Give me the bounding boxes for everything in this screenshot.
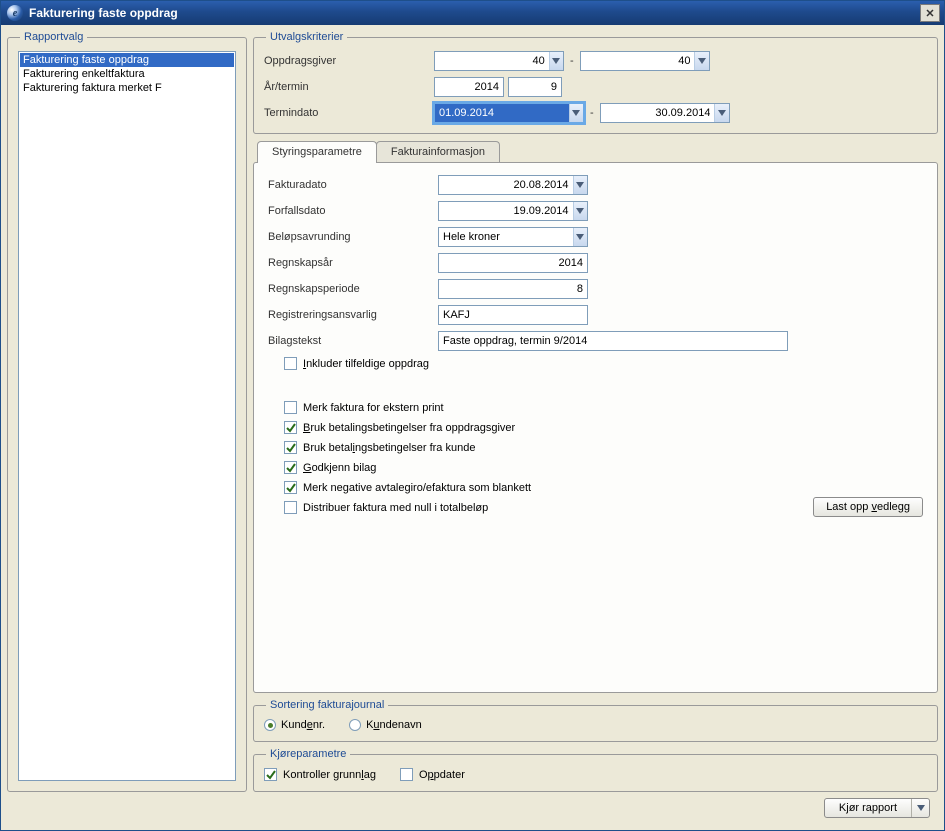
report-selection-legend: Rapportvalg (20, 31, 87, 43)
termindato-label: Termindato (264, 107, 434, 119)
bet-kunde-row[interactable]: Bruk betalingsbetingelser fra kunde (284, 441, 923, 454)
bet-oppdragsgiver-label: Bruk betalingsbetingelser fra oppdragsgi… (303, 422, 515, 434)
forfallsdato-label: Forfallsdato (268, 205, 438, 217)
tab-styringsparametre[interactable]: Styringsparametre (257, 141, 377, 163)
kontroller-grunnlag-checkbox[interactable] (264, 768, 277, 781)
aar-termin-label: År/termin (264, 81, 434, 93)
fakturadato-label: Fakturadato (268, 179, 438, 191)
radio-kundenr-input[interactable] (264, 719, 276, 731)
chevron-down-icon[interactable] (569, 104, 583, 122)
distribuer-null-label: Distribuer faktura med null i totalbeløp (303, 502, 488, 514)
bet-oppdragsgiver-row[interactable]: Bruk betalingsbetingelser fra oppdragsgi… (284, 421, 923, 434)
ansvarlig-label: Registreringsansvarlig (268, 309, 438, 321)
run-report-dropdown[interactable] (911, 799, 929, 817)
merk-negative-row[interactable]: Merk negative avtalegiro/efaktura som bl… (284, 481, 923, 494)
list-item[interactable]: Fakturering faktura merket F (20, 81, 234, 95)
list-item[interactable]: Fakturering enkeltfaktura (20, 67, 234, 81)
bilagstekst-input[interactable] (438, 331, 788, 351)
ekstern-print-checkbox[interactable] (284, 401, 297, 414)
oppdragsgiver-from-combo[interactable] (434, 51, 564, 71)
report-selection-panel: Rapportvalg Fakturering faste oppdrag Fa… (7, 31, 247, 792)
oppdater-checkbox[interactable] (400, 768, 413, 781)
chevron-down-icon[interactable] (694, 52, 708, 70)
oppdragsgiver-from-input[interactable] (435, 52, 549, 70)
chevron-down-icon[interactable] (573, 176, 587, 194)
bilagstekst-label: Bilagstekst (268, 335, 438, 347)
kontroller-grunnlag-label: Kontroller grunnlag (283, 769, 376, 781)
criteria-legend: Utvalgskriterier (266, 31, 347, 43)
sortering-legend: Sortering fakturajournal (266, 699, 388, 711)
chevron-down-icon[interactable] (573, 228, 587, 246)
regnskapsperiode-label: Regnskapsperiode (268, 283, 438, 295)
chevron-down-icon[interactable] (573, 202, 587, 220)
ekstern-print-label: Merk faktura for ekstern print (303, 402, 444, 414)
chevron-down-icon (917, 805, 925, 811)
inkluder-tilfeldige-row[interactable]: Inkluder tilfeldige oppdrag (284, 357, 923, 370)
aar-input[interactable] (434, 77, 504, 97)
regnskapsaar-label: Regnskapsår (268, 257, 438, 269)
termindato-from-input[interactable] (435, 104, 569, 122)
fakturadato-combo[interactable] (438, 175, 588, 195)
avrunding-input[interactable] (439, 228, 573, 246)
oppdater-row[interactable]: Oppdater (400, 768, 465, 781)
godkjenn-bilag-row[interactable]: Godkjenn bilag (284, 461, 923, 474)
chevron-down-icon[interactable] (549, 52, 563, 70)
oppdragsgiver-label: Oppdragsgiver (264, 55, 434, 67)
merk-negative-label: Merk negative avtalegiro/efaktura som bl… (303, 482, 531, 494)
termin-input[interactable] (508, 77, 562, 97)
godkjenn-bilag-checkbox[interactable] (284, 461, 297, 474)
inkluder-tilfeldige-checkbox[interactable] (284, 357, 297, 370)
inkluder-tilfeldige-label: Inkluder tilfeldige oppdrag (303, 358, 429, 370)
tab-body-styringsparametre: Fakturadato Forfallsdato (253, 162, 938, 693)
tab-fakturainformasjon[interactable]: Fakturainformasjon (376, 141, 500, 162)
fakturadato-input[interactable] (439, 176, 573, 194)
oppdragsgiver-to-input[interactable] (581, 52, 695, 70)
termindato-from-combo[interactable] (434, 103, 584, 123)
criteria-panel: Utvalgskriterier Oppdragsgiver - (253, 31, 938, 134)
bet-kunde-label: Bruk betalingsbetingelser fra kunde (303, 442, 475, 454)
app-icon: e (7, 5, 23, 21)
termindato-to-combo[interactable] (600, 103, 730, 123)
dialog-window: e Fakturering faste oppdrag ✕ Rapportval… (0, 0, 945, 831)
upload-attachment-button[interactable]: Last opp vedlegg (813, 497, 923, 517)
avrunding-label: Beløpsavrunding (268, 231, 438, 243)
radio-kundenavn[interactable]: Kundenavn (349, 719, 422, 731)
radio-kundenr-label: Kundenr. (281, 719, 325, 731)
radio-kundenavn-input[interactable] (349, 719, 361, 731)
report-listbox[interactable]: Fakturering faste oppdrag Fakturering en… (18, 51, 236, 781)
distribuer-null-checkbox[interactable] (284, 501, 297, 514)
sortering-panel: Sortering fakturajournal Kundenr. Kunden… (253, 699, 938, 742)
close-icon: ✕ (925, 7, 934, 20)
regnskapsaar-input[interactable] (438, 253, 588, 273)
oppdater-label: Oppdater (419, 769, 465, 781)
close-button[interactable]: ✕ (920, 4, 940, 22)
avrunding-combo[interactable] (438, 227, 588, 247)
bet-kunde-checkbox[interactable] (284, 441, 297, 454)
kjoreparametre-panel: Kjøreparametre Kontroller grunnlag Oppda… (253, 748, 938, 792)
list-item[interactable]: Fakturering faste oppdrag (20, 53, 234, 67)
regnskapsperiode-input[interactable] (438, 279, 588, 299)
radio-kundenavn-label: Kundenavn (366, 719, 422, 731)
tab-row: Styringsparametre Fakturainformasjon (253, 140, 938, 162)
termindato-to-input[interactable] (601, 104, 715, 122)
range-separator: - (568, 55, 576, 67)
run-report-label: Kjør rapport (825, 799, 911, 817)
forfallsdato-combo[interactable] (438, 201, 588, 221)
run-report-button[interactable]: Kjør rapport (824, 798, 930, 818)
ekstern-print-row[interactable]: Merk faktura for ekstern print (284, 401, 923, 414)
godkjenn-bilag-label: Godkjenn bilag (303, 462, 376, 474)
ansvarlig-input[interactable] (438, 305, 588, 325)
oppdragsgiver-to-combo[interactable] (580, 51, 710, 71)
chevron-down-icon[interactable] (714, 104, 728, 122)
forfallsdato-input[interactable] (439, 202, 573, 220)
range-separator: - (588, 107, 596, 119)
merk-negative-checkbox[interactable] (284, 481, 297, 494)
radio-kundenr[interactable]: Kundenr. (264, 719, 325, 731)
window-title: Fakturering faste oppdrag (29, 6, 920, 20)
titlebar[interactable]: e Fakturering faste oppdrag ✕ (1, 1, 944, 25)
kjoreparametre-legend: Kjøreparametre (266, 748, 350, 760)
bet-oppdragsgiver-checkbox[interactable] (284, 421, 297, 434)
dialog-body: Rapportvalg Fakturering faste oppdrag Fa… (1, 25, 944, 830)
kontroller-grunnlag-row[interactable]: Kontroller grunnlag (264, 768, 376, 781)
